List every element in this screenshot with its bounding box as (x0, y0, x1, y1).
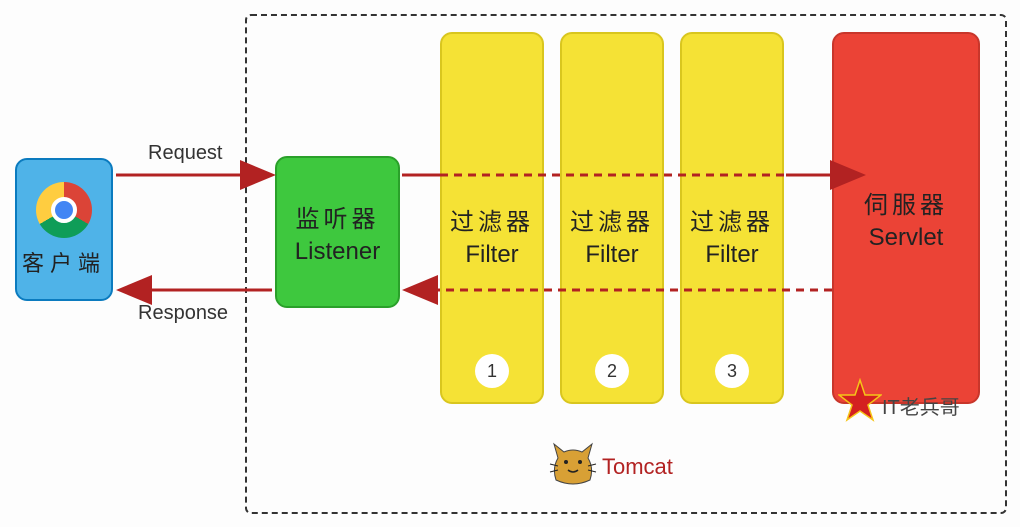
client-box: 客户端 (15, 158, 113, 301)
filter-2-label-en: Filter (585, 241, 638, 269)
filter-box-1: 过滤器 Filter 1 (440, 32, 544, 404)
tomcat-cat-icon (548, 440, 598, 488)
star-icon (838, 378, 882, 422)
client-label: 客户端 (22, 246, 106, 278)
filter-box-3: 过滤器 Filter 3 (680, 32, 784, 404)
filter-3-text: 过滤器 Filter (690, 202, 774, 269)
response-label: Response (138, 302, 228, 325)
filter-1-badge: 1 (475, 354, 509, 388)
listener-box: 监听器 Listener (275, 156, 400, 308)
filter-3-label-cn: 过滤器 (690, 202, 774, 237)
chrome-icon (36, 182, 92, 238)
servlet-box: 伺服器 Servlet (832, 32, 980, 404)
request-label: Request (148, 142, 223, 165)
filter-1-text: 过滤器 Filter (450, 202, 534, 269)
servlet-label-en: Servlet (869, 224, 944, 252)
filter-1-label-en: Filter (465, 241, 518, 269)
filter-box-2: 过滤器 Filter 2 (560, 32, 664, 404)
listener-label-en: Listener (295, 238, 380, 266)
filter-2-text: 过滤器 Filter (570, 202, 654, 269)
watermark-text: IT老兵哥 (882, 391, 960, 420)
chrome-inner-circle (51, 197, 77, 223)
filter-2-label-cn: 过滤器 (570, 202, 654, 237)
filter-2-badge: 2 (595, 354, 629, 388)
filter-1-label-cn: 过滤器 (450, 202, 534, 237)
filter-3-label-en: Filter (705, 241, 758, 269)
filter-3-badge: 3 (715, 354, 749, 388)
tomcat-label: Tomcat (602, 454, 673, 480)
listener-label-cn: 监听器 (296, 199, 380, 234)
servlet-label-cn: 伺服器 (864, 185, 948, 220)
